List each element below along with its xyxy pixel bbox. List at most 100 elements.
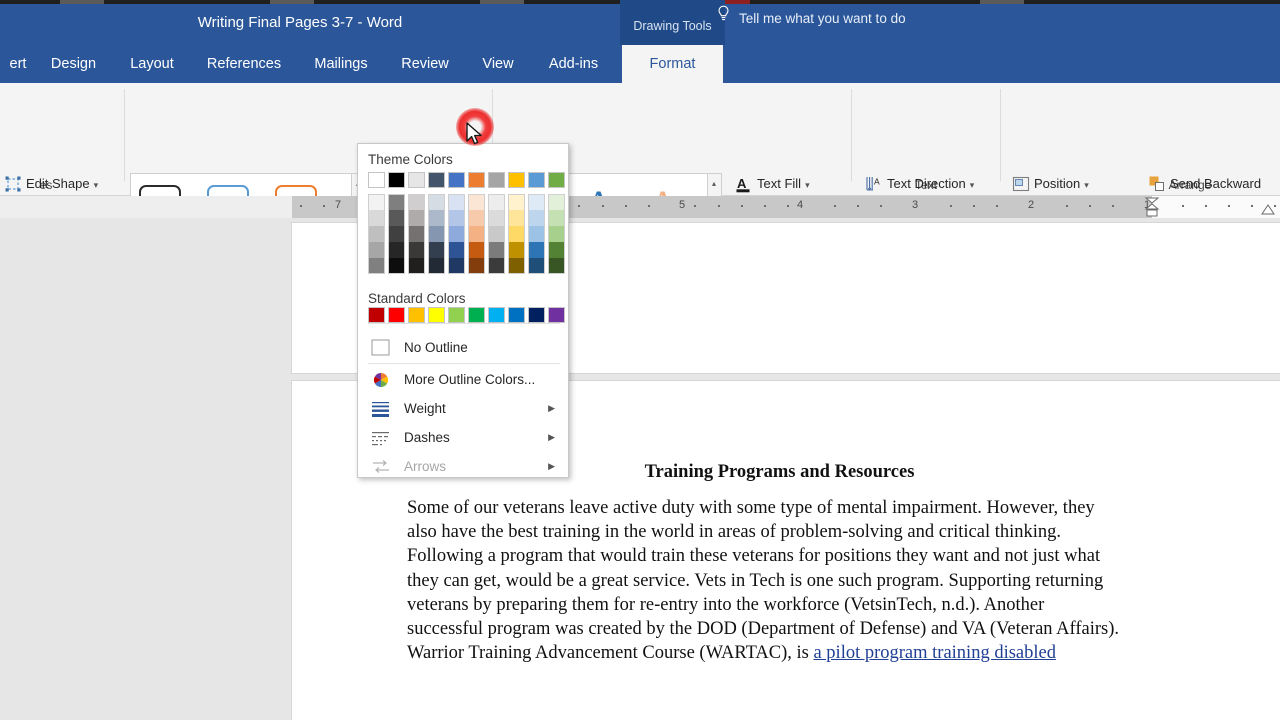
- standard-color-swatch[interactable]: [508, 307, 525, 323]
- theme-color-variant-swatch[interactable]: [468, 258, 485, 274]
- chevron-down-icon: ▾: [969, 180, 975, 190]
- horizontal-ruler[interactable]: 7654321: [0, 196, 1280, 218]
- menu-item-dashes[interactable]: Dashes ▶: [359, 423, 569, 452]
- theme-color-variant-swatch[interactable]: [408, 226, 425, 242]
- theme-color-variant-swatch[interactable]: [488, 210, 505, 226]
- send-backward-button[interactable]: Send Backward: [1146, 171, 1261, 196]
- theme-color-variant-swatch[interactable]: [528, 210, 545, 226]
- theme-color-variant-swatch[interactable]: [508, 210, 525, 226]
- theme-color-variant-swatch[interactable]: [468, 194, 485, 210]
- theme-color-variant-swatch[interactable]: [408, 242, 425, 258]
- theme-color-variant-swatch[interactable]: [508, 242, 525, 258]
- tell-me-search[interactable]: Tell me what you want to do: [716, 0, 906, 38]
- standard-color-swatch[interactable]: [548, 307, 565, 323]
- theme-color-swatch[interactable]: [528, 172, 545, 188]
- theme-color-variant-swatch[interactable]: [468, 226, 485, 242]
- standard-color-swatch[interactable]: [468, 307, 485, 323]
- menu-item-no-outline[interactable]: No Outline: [359, 333, 569, 362]
- text-direction-button[interactable]: A Text Direction ▾: [863, 171, 974, 196]
- theme-color-variant-swatch[interactable]: [428, 226, 445, 242]
- standard-color-swatch[interactable]: [388, 307, 405, 323]
- theme-color-variant-swatch[interactable]: [548, 210, 565, 226]
- ribbon-tab-add-ins[interactable]: Add-ins: [538, 45, 609, 83]
- theme-color-variant-swatch[interactable]: [488, 242, 505, 258]
- ribbon-tab-ert[interactable]: ert: [0, 45, 36, 83]
- theme-color-variant-swatch[interactable]: [468, 242, 485, 258]
- theme-color-variant-swatch[interactable]: [508, 194, 525, 210]
- theme-color-variant-swatch[interactable]: [368, 226, 385, 242]
- theme-color-variant-swatch[interactable]: [428, 242, 445, 258]
- theme-color-variant-swatch[interactable]: [448, 226, 465, 242]
- theme-color-swatch[interactable]: [448, 172, 465, 188]
- theme-color-variant-swatch[interactable]: [388, 258, 405, 274]
- theme-color-swatch[interactable]: [368, 172, 385, 188]
- standard-color-swatch[interactable]: [408, 307, 425, 323]
- menu-item-weight[interactable]: Weight ▶: [359, 394, 569, 423]
- right-indent-marker[interactable]: [1260, 204, 1276, 216]
- theme-color-swatch[interactable]: [388, 172, 405, 188]
- scroll-up-icon[interactable]: ▴: [708, 174, 720, 194]
- theme-color-variant-swatch[interactable]: [488, 194, 505, 210]
- theme-color-variant-swatch[interactable]: [528, 258, 545, 274]
- ribbon-tab-format[interactable]: Format: [622, 45, 723, 83]
- theme-color-swatch[interactable]: [508, 172, 525, 188]
- theme-color-variant-swatch[interactable]: [488, 226, 505, 242]
- theme-color-variant-swatch[interactable]: [508, 226, 525, 242]
- theme-color-variant-swatch[interactable]: [388, 226, 405, 242]
- theme-color-variant-swatch[interactable]: [548, 226, 565, 242]
- theme-color-variant-swatch[interactable]: [408, 194, 425, 210]
- ribbon-tab-layout[interactable]: Layout: [118, 45, 186, 83]
- theme-color-variant-swatch[interactable]: [468, 210, 485, 226]
- theme-color-variant-swatch[interactable]: [368, 258, 385, 274]
- theme-color-variant-swatch[interactable]: [408, 258, 425, 274]
- theme-color-swatch[interactable]: [488, 172, 505, 188]
- theme-color-variant-swatch[interactable]: [528, 194, 545, 210]
- theme-color-variant-swatch[interactable]: [548, 242, 565, 258]
- menu-item-arrows[interactable]: Arrows ▶: [359, 452, 569, 481]
- theme-color-variant-swatch[interactable]: [368, 194, 385, 210]
- indent-markers[interactable]: [1144, 196, 1160, 218]
- ribbon-tab-references[interactable]: References: [196, 45, 292, 83]
- theme-color-variant-swatch[interactable]: [448, 258, 465, 274]
- theme-color-variant-swatch[interactable]: [548, 258, 565, 274]
- theme-color-variant-swatch[interactable]: [508, 258, 525, 274]
- standard-color-swatch[interactable]: [428, 307, 445, 323]
- position-button[interactable]: Position ▾: [1010, 171, 1089, 196]
- edit-shape-button[interactable]: Edit Shape ▾: [2, 171, 98, 196]
- menu-item-more-outline-colors[interactable]: More Outline Colors...: [359, 365, 569, 394]
- theme-color-variant-swatch[interactable]: [428, 258, 445, 274]
- standard-color-swatch[interactable]: [368, 307, 385, 323]
- theme-color-variant-swatch[interactable]: [408, 210, 425, 226]
- standard-color-swatch[interactable]: [528, 307, 545, 323]
- theme-color-variant-swatch[interactable]: [448, 194, 465, 210]
- ribbon-tab-review[interactable]: Review: [390, 45, 460, 83]
- ribbon-tab-mailings[interactable]: Mailings: [302, 45, 380, 83]
- theme-color-swatch[interactable]: [548, 172, 565, 188]
- theme-color-variant-swatch[interactable]: [368, 242, 385, 258]
- document-body-text[interactable]: Some of our veterans leave active duty w…: [407, 496, 1152, 665]
- theme-color-variant-swatch[interactable]: [388, 210, 405, 226]
- standard-color-swatch[interactable]: [448, 307, 465, 323]
- theme-color-swatch[interactable]: [468, 172, 485, 188]
- hyperlink-text[interactable]: a pilot program training disabled: [813, 643, 1056, 663]
- theme-color-variant-swatch[interactable]: [528, 242, 545, 258]
- ribbon-tab-view[interactable]: View: [472, 45, 524, 83]
- standard-color-swatch[interactable]: [488, 307, 505, 323]
- document-canvas[interactable]: Training Programs and Resources Some of …: [0, 218, 1280, 720]
- theme-color-variant-swatch[interactable]: [528, 226, 545, 242]
- theme-color-variant-swatch[interactable]: [368, 210, 385, 226]
- theme-color-variant-swatch[interactable]: [428, 210, 445, 226]
- theme-color-variant-swatch[interactable]: [448, 210, 465, 226]
- theme-color-variant-swatch[interactable]: [388, 242, 405, 258]
- theme-color-variant-swatch[interactable]: [388, 194, 405, 210]
- theme-color-variant-swatch[interactable]: [428, 194, 445, 210]
- theme-color-variant-swatch[interactable]: [448, 242, 465, 258]
- ruler-number: 7: [334, 199, 342, 211]
- theme-color-variant-swatch[interactable]: [548, 194, 565, 210]
- shape-outline-dropdown-menu[interactable]: Theme Colors Standard Colors No Outline …: [357, 143, 569, 478]
- theme-color-swatch[interactable]: [428, 172, 445, 188]
- ribbon-tab-design[interactable]: Design: [40, 45, 107, 83]
- theme-color-variant-swatch[interactable]: [488, 258, 505, 274]
- text-fill-button[interactable]: A Text Fill ▾: [733, 171, 810, 196]
- theme-color-swatch[interactable]: [408, 172, 425, 188]
